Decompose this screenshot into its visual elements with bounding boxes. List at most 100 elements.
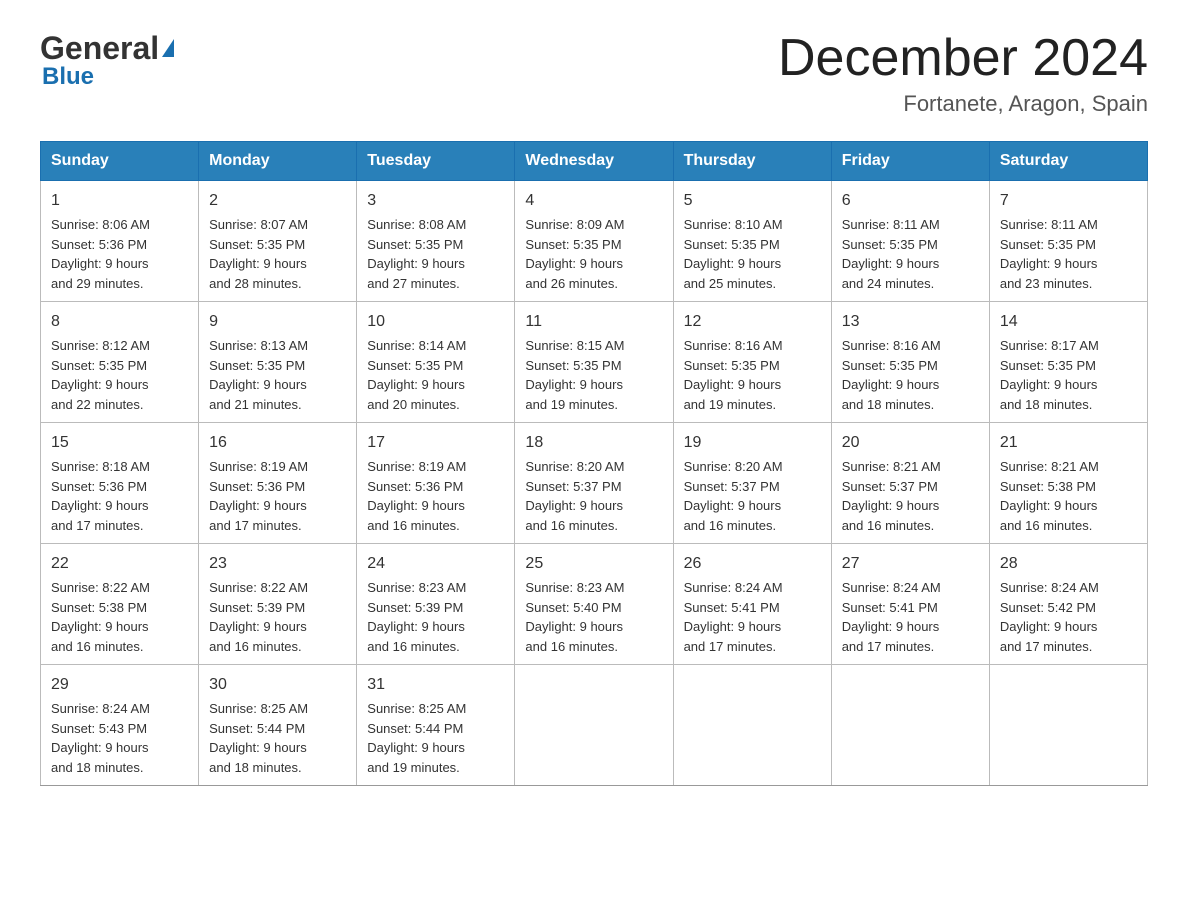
calendar-week-row: 29Sunrise: 8:24 AMSunset: 5:43 PMDayligh… [41, 665, 1148, 786]
day-number: 30 [209, 673, 346, 697]
calendar-cell: 8Sunrise: 8:12 AMSunset: 5:35 PMDaylight… [41, 302, 199, 423]
calendar-cell: 15Sunrise: 8:18 AMSunset: 5:36 PMDayligh… [41, 423, 199, 544]
day-info: Sunrise: 8:24 AMSunset: 5:42 PMDaylight:… [1000, 578, 1137, 656]
logo: General Blue [40, 30, 174, 91]
calendar-cell: 16Sunrise: 8:19 AMSunset: 5:36 PMDayligh… [199, 423, 357, 544]
day-info: Sunrise: 8:18 AMSunset: 5:36 PMDaylight:… [51, 457, 188, 535]
calendar-cell: 25Sunrise: 8:23 AMSunset: 5:40 PMDayligh… [515, 544, 673, 665]
day-info: Sunrise: 8:19 AMSunset: 5:36 PMDaylight:… [209, 457, 346, 535]
calendar-cell: 26Sunrise: 8:24 AMSunset: 5:41 PMDayligh… [673, 544, 831, 665]
month-title: December 2024 [778, 30, 1148, 87]
calendar-cell [673, 665, 831, 786]
calendar-cell: 7Sunrise: 8:11 AMSunset: 5:35 PMDaylight… [989, 181, 1147, 302]
day-number: 2 [209, 189, 346, 213]
day-number: 11 [525, 310, 662, 334]
calendar-cell: 2Sunrise: 8:07 AMSunset: 5:35 PMDaylight… [199, 181, 357, 302]
day-info: Sunrise: 8:13 AMSunset: 5:35 PMDaylight:… [209, 336, 346, 414]
day-number: 24 [367, 552, 504, 576]
day-info: Sunrise: 8:15 AMSunset: 5:35 PMDaylight:… [525, 336, 662, 414]
day-info: Sunrise: 8:09 AMSunset: 5:35 PMDaylight:… [525, 215, 662, 293]
logo-general-text: General [40, 30, 174, 67]
calendar-week-row: 15Sunrise: 8:18 AMSunset: 5:36 PMDayligh… [41, 423, 1148, 544]
day-number: 1 [51, 189, 188, 213]
day-number: 8 [51, 310, 188, 334]
col-wednesday: Wednesday [515, 142, 673, 181]
day-number: 12 [684, 310, 821, 334]
calendar-table: Sunday Monday Tuesday Wednesday Thursday… [40, 141, 1148, 786]
day-number: 26 [684, 552, 821, 576]
calendar-cell: 17Sunrise: 8:19 AMSunset: 5:36 PMDayligh… [357, 423, 515, 544]
calendar-cell: 5Sunrise: 8:10 AMSunset: 5:35 PMDaylight… [673, 181, 831, 302]
col-friday: Friday [831, 142, 989, 181]
col-monday: Monday [199, 142, 357, 181]
day-number: 21 [1000, 431, 1137, 455]
day-number: 13 [842, 310, 979, 334]
calendar-cell: 14Sunrise: 8:17 AMSunset: 5:35 PMDayligh… [989, 302, 1147, 423]
calendar-cell: 18Sunrise: 8:20 AMSunset: 5:37 PMDayligh… [515, 423, 673, 544]
col-tuesday: Tuesday [357, 142, 515, 181]
day-number: 31 [367, 673, 504, 697]
day-info: Sunrise: 8:08 AMSunset: 5:35 PMDaylight:… [367, 215, 504, 293]
location-subtitle: Fortanete, Aragon, Spain [778, 91, 1148, 117]
day-number: 22 [51, 552, 188, 576]
calendar-title-area: December 2024 Fortanete, Aragon, Spain [778, 30, 1148, 117]
calendar-cell: 29Sunrise: 8:24 AMSunset: 5:43 PMDayligh… [41, 665, 199, 786]
calendar-cell: 20Sunrise: 8:21 AMSunset: 5:37 PMDayligh… [831, 423, 989, 544]
day-number: 6 [842, 189, 979, 213]
day-number: 17 [367, 431, 504, 455]
calendar-cell: 19Sunrise: 8:20 AMSunset: 5:37 PMDayligh… [673, 423, 831, 544]
day-number: 18 [525, 431, 662, 455]
day-info: Sunrise: 8:20 AMSunset: 5:37 PMDaylight:… [525, 457, 662, 535]
day-number: 4 [525, 189, 662, 213]
day-info: Sunrise: 8:19 AMSunset: 5:36 PMDaylight:… [367, 457, 504, 535]
calendar-week-row: 1Sunrise: 8:06 AMSunset: 5:36 PMDaylight… [41, 181, 1148, 302]
day-info: Sunrise: 8:21 AMSunset: 5:37 PMDaylight:… [842, 457, 979, 535]
day-number: 28 [1000, 552, 1137, 576]
calendar-cell [515, 665, 673, 786]
day-info: Sunrise: 8:14 AMSunset: 5:35 PMDaylight:… [367, 336, 504, 414]
calendar-cell: 10Sunrise: 8:14 AMSunset: 5:35 PMDayligh… [357, 302, 515, 423]
col-thursday: Thursday [673, 142, 831, 181]
calendar-cell [831, 665, 989, 786]
day-number: 10 [367, 310, 504, 334]
day-info: Sunrise: 8:24 AMSunset: 5:43 PMDaylight:… [51, 699, 188, 777]
day-info: Sunrise: 8:25 AMSunset: 5:44 PMDaylight:… [209, 699, 346, 777]
day-number: 23 [209, 552, 346, 576]
calendar-header-row: Sunday Monday Tuesday Wednesday Thursday… [41, 142, 1148, 181]
calendar-cell [989, 665, 1147, 786]
day-info: Sunrise: 8:24 AMSunset: 5:41 PMDaylight:… [684, 578, 821, 656]
day-info: Sunrise: 8:22 AMSunset: 5:39 PMDaylight:… [209, 578, 346, 656]
day-number: 29 [51, 673, 188, 697]
day-number: 9 [209, 310, 346, 334]
page-header: General Blue December 2024 Fortanete, Ar… [40, 30, 1148, 117]
calendar-cell: 23Sunrise: 8:22 AMSunset: 5:39 PMDayligh… [199, 544, 357, 665]
day-number: 27 [842, 552, 979, 576]
day-number: 25 [525, 552, 662, 576]
day-info: Sunrise: 8:07 AMSunset: 5:35 PMDaylight:… [209, 215, 346, 293]
day-info: Sunrise: 8:12 AMSunset: 5:35 PMDaylight:… [51, 336, 188, 414]
day-number: 19 [684, 431, 821, 455]
calendar-week-row: 22Sunrise: 8:22 AMSunset: 5:38 PMDayligh… [41, 544, 1148, 665]
day-number: 15 [51, 431, 188, 455]
day-info: Sunrise: 8:24 AMSunset: 5:41 PMDaylight:… [842, 578, 979, 656]
day-info: Sunrise: 8:22 AMSunset: 5:38 PMDaylight:… [51, 578, 188, 656]
day-info: Sunrise: 8:23 AMSunset: 5:39 PMDaylight:… [367, 578, 504, 656]
day-info: Sunrise: 8:25 AMSunset: 5:44 PMDaylight:… [367, 699, 504, 777]
col-sunday: Sunday [41, 142, 199, 181]
day-info: Sunrise: 8:10 AMSunset: 5:35 PMDaylight:… [684, 215, 821, 293]
calendar-cell: 30Sunrise: 8:25 AMSunset: 5:44 PMDayligh… [199, 665, 357, 786]
day-number: 14 [1000, 310, 1137, 334]
calendar-cell: 9Sunrise: 8:13 AMSunset: 5:35 PMDaylight… [199, 302, 357, 423]
day-number: 3 [367, 189, 504, 213]
day-number: 7 [1000, 189, 1137, 213]
day-number: 16 [209, 431, 346, 455]
day-info: Sunrise: 8:16 AMSunset: 5:35 PMDaylight:… [842, 336, 979, 414]
day-info: Sunrise: 8:06 AMSunset: 5:36 PMDaylight:… [51, 215, 188, 293]
day-number: 20 [842, 431, 979, 455]
col-saturday: Saturday [989, 142, 1147, 181]
day-info: Sunrise: 8:21 AMSunset: 5:38 PMDaylight:… [1000, 457, 1137, 535]
calendar-cell: 3Sunrise: 8:08 AMSunset: 5:35 PMDaylight… [357, 181, 515, 302]
calendar-cell: 31Sunrise: 8:25 AMSunset: 5:44 PMDayligh… [357, 665, 515, 786]
calendar-week-row: 8Sunrise: 8:12 AMSunset: 5:35 PMDaylight… [41, 302, 1148, 423]
calendar-cell: 28Sunrise: 8:24 AMSunset: 5:42 PMDayligh… [989, 544, 1147, 665]
